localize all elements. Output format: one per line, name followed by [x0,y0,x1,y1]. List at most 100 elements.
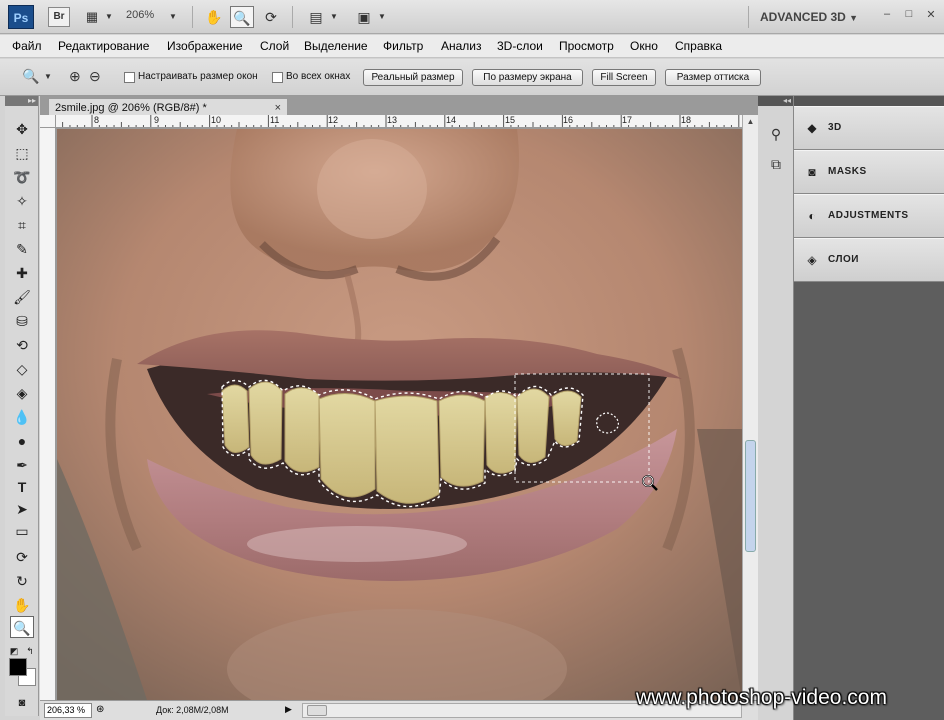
ruler-origin[interactable] [40,115,56,128]
menu-help[interactable]: Справка [675,39,722,53]
3d-orbit-tool-icon[interactable]: ↻ [10,570,34,592]
image-canvas[interactable] [57,129,742,700]
cube-icon: ◆ [807,121,817,135]
panel-masks[interactable]: ◙ MASKS [794,150,944,194]
chevron-down-icon: ▼ [849,13,859,23]
scroll-up-icon[interactable]: ▲ [745,117,756,129]
menu-3d[interactable]: 3D-слои [497,39,543,53]
vertical-ruler[interactable] [40,128,56,700]
ruler-mark: 15 [505,115,516,125]
menu-select[interactable]: Выделение [304,39,368,53]
ruler-mark: 18 [681,115,692,125]
vertical-scrollbar[interactable]: ▲ ▼ [742,115,758,700]
tools-panel: ▸▸ ✥ ⬚ ➰ ✧ ⌗ ✎ ✚ 🖌 ⛁ ⟲ ◇ ◈ 💧 ● ✒ T ➤ ▭ ⟳… [5,96,39,716]
clone-stamp-tool-icon[interactable]: ⛁ [10,310,34,332]
ruler-mark: 17 [622,115,633,125]
healing-brush-tool-icon[interactable]: ✚ [10,262,34,284]
chevron-down-icon[interactable]: ▼ [168,7,178,27]
menu-layer[interactable]: Слой [260,39,289,53]
chevron-down-icon[interactable]: ▼ [377,7,387,27]
hand-tool-icon[interactable]: ✋ [202,6,226,28]
zoom-tool-icon[interactable]: 🔍 [10,616,34,638]
eraser-tool-icon[interactable]: ◇ [10,358,34,380]
arrange-documents-icon[interactable]: ▤ [304,6,328,28]
dock-icon-column: ◂◂ ⚲ ⧉ [758,96,794,720]
workspace-label: ADVANCED 3D [760,10,846,24]
foreground-color-swatch[interactable] [9,658,27,676]
quick-mask-icon[interactable]: ◙ [10,692,34,714]
ruler-mark: 11 [270,115,280,125]
options-bar: 🔍 ▼ ⊕ ⊖ Настраивать размер окон Во всех … [0,59,944,96]
fit-screen-button[interactable]: По размеру экрана [472,69,583,86]
dodge-tool-icon[interactable]: ● [10,430,34,452]
menu-filter[interactable]: Фильтр [383,39,423,53]
tools-collapse-icon[interactable]: ▸▸ [5,96,38,106]
move-tool-icon[interactable]: ✥ [10,118,34,140]
brush-tool-icon[interactable]: 🖌 [10,286,34,308]
document-area: 2smile.jpg @ 206% (RGB/8#) * × 8 9 10 11… [40,96,758,720]
maximize-button[interactable]: □ [900,8,918,24]
zoom-in-icon[interactable]: ⊕ [69,68,81,85]
crop-tool-icon[interactable]: ⌗ [10,214,34,236]
minimize-button[interactable]: – [878,8,896,24]
all-windows-label: Во всех окнах [286,71,351,82]
adjustments-icon: ◐ [808,209,816,223]
3d-rotate-tool-icon[interactable]: ⟳ [10,546,34,568]
type-tool-icon[interactable]: T [10,476,34,498]
status-info-icon[interactable]: ⊛ [96,704,104,715]
chevron-down-icon[interactable]: ▼ [104,7,114,27]
magic-wand-tool-icon[interactable]: ✧ [10,190,34,212]
blur-tool-icon[interactable]: 💧 [10,406,34,428]
chevron-down-icon[interactable]: ▼ [329,7,339,27]
screen-mode-icon[interactable]: ▣ [352,6,376,28]
pen-tool-icon[interactable]: ✒ [10,454,34,476]
menu-file[interactable]: Файл [12,39,42,53]
status-menu-arrow-icon[interactable]: ▶ [285,704,292,715]
all-windows-checkbox[interactable] [272,72,283,83]
vertical-scroll-thumb[interactable] [745,440,756,552]
panel-layers[interactable]: ◈ СЛОИ [794,238,944,282]
menu-edit[interactable]: Редактирование [58,39,149,53]
document-title: 2smile.jpg @ 206% (RGB/8#) * [55,102,207,114]
rectangle-tool-icon[interactable]: ▭ [10,520,34,542]
fill-screen-button[interactable]: Fill Screen [592,69,656,86]
menu-analysis[interactable]: Анализ [441,39,482,53]
panel-3d[interactable]: ◆ 3D [794,106,944,150]
zoom-tool-icon[interactable]: 🔍 [230,6,254,28]
lasso-tool-icon[interactable]: ➰ [10,166,34,188]
horizontal-scroll-thumb[interactable] [307,705,327,716]
clone-source-icon[interactable]: ⧉ [764,152,788,176]
panel-adjustments[interactable]: ◐ ADJUSTMENTS [794,194,944,238]
separator [748,6,749,28]
panel-label: СЛОИ [828,254,859,265]
rotate-view-icon[interactable]: ⟳ [259,6,283,28]
layers-icon: ◈ [807,253,817,267]
close-button[interactable]: ✕ [922,8,940,24]
hand-tool-icon[interactable]: ✋ [10,594,34,616]
resize-windows-checkbox[interactable] [124,72,135,83]
menu-window[interactable]: Окно [630,39,658,53]
chevron-down-icon[interactable]: ▼ [44,72,52,81]
horizontal-ruler[interactable]: 8 9 10 11 12 13 14 15 16 17 18 [56,115,742,128]
paint-bucket-tool-icon[interactable]: ◈ [10,382,34,404]
panel-label: 3D [828,122,842,133]
workspace-switcher[interactable]: ADVANCED 3D ▼ [760,10,858,24]
view-extras-icon[interactable]: ▦ [82,7,102,27]
zoom-out-icon[interactable]: ⊖ [89,68,101,85]
zoom-value-field[interactable]: 206,33 % [44,703,92,718]
history-brush-tool-icon[interactable]: ⟲ [10,334,34,356]
photo-smile [57,129,742,700]
eyedropper-tool-icon[interactable]: ✎ [10,238,34,260]
zoom-level-dropdown[interactable]: 206% [126,9,154,21]
marquee-tool-icon[interactable]: ⬚ [10,142,34,164]
path-selection-tool-icon[interactable]: ➤ [10,498,34,520]
actual-pixels-button[interactable]: Реальный размер [363,69,463,86]
zoom-tool-preset-icon[interactable]: 🔍 [22,68,39,85]
menu-view[interactable]: Просмотр [559,39,614,53]
tool-presets-icon[interactable]: ⚲ [764,122,788,146]
menu-image[interactable]: Изображение [167,39,243,53]
print-size-button[interactable]: Размер оттиска [665,69,761,86]
ruler-mark: 13 [387,115,398,125]
dock-expand-icon[interactable]: ◂◂ [758,96,793,106]
launch-bridge-button[interactable]: Br [48,7,70,27]
